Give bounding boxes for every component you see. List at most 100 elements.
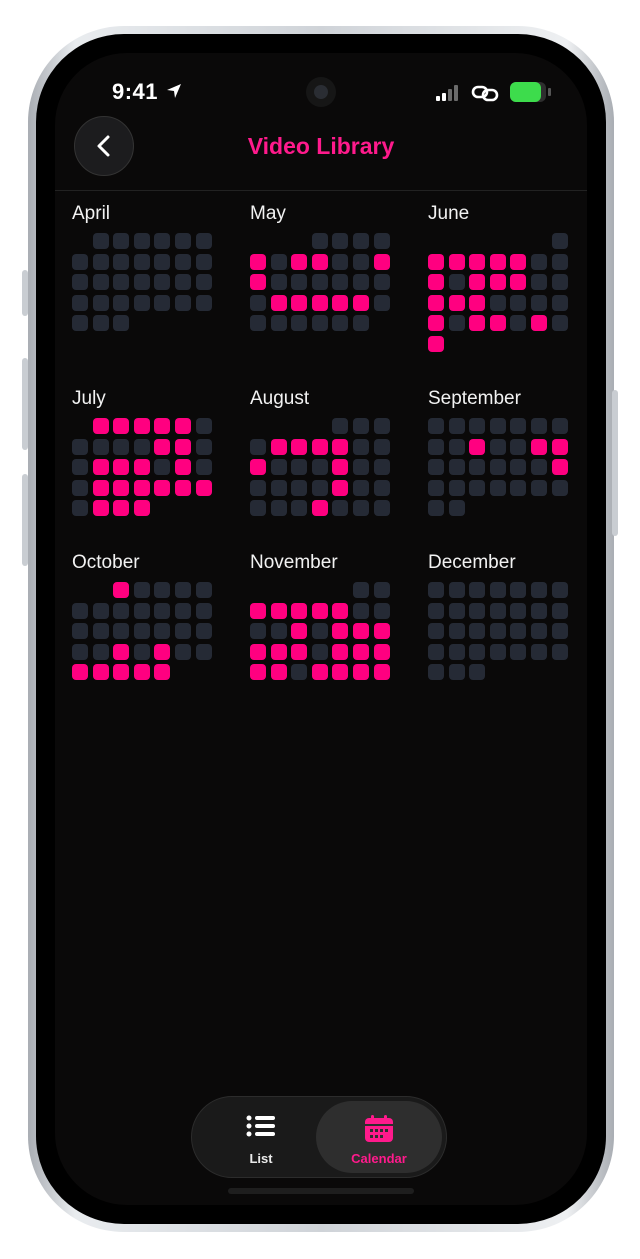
- day-cell[interactable]: [531, 582, 547, 598]
- day-cell[interactable]: [72, 295, 88, 311]
- day-cell[interactable]: [374, 274, 390, 290]
- day-cell[interactable]: [271, 480, 287, 496]
- day-cell[interactable]: [353, 315, 369, 331]
- day-cell[interactable]: [271, 644, 287, 660]
- day-cell[interactable]: [134, 623, 150, 639]
- day-cell[interactable]: [291, 295, 307, 311]
- day-cell[interactable]: [291, 480, 307, 496]
- day-cell[interactable]: [552, 439, 568, 455]
- day-cell[interactable]: [134, 418, 150, 434]
- day-cell[interactable]: [312, 233, 328, 249]
- day-cell[interactable]: [134, 664, 150, 680]
- day-cell[interactable]: [175, 459, 191, 475]
- day-cell[interactable]: [374, 644, 390, 660]
- day-cell[interactable]: [175, 623, 191, 639]
- day-cell[interactable]: [469, 459, 485, 475]
- day-cell[interactable]: [374, 582, 390, 598]
- day-cell[interactable]: [93, 274, 109, 290]
- day-cell[interactable]: [374, 500, 390, 516]
- day-cell[interactable]: [291, 315, 307, 331]
- day-cell[interactable]: [72, 315, 88, 331]
- day-cell[interactable]: [332, 664, 348, 680]
- day-cell[interactable]: [312, 439, 328, 455]
- day-cell[interactable]: [93, 500, 109, 516]
- day-cell[interactable]: [196, 418, 212, 434]
- day-cell[interactable]: [250, 274, 266, 290]
- day-cell[interactable]: [428, 295, 444, 311]
- day-cell[interactable]: [552, 603, 568, 619]
- day-cell[interactable]: [196, 644, 212, 660]
- day-cell[interactable]: [312, 603, 328, 619]
- day-cell[interactable]: [332, 644, 348, 660]
- day-cell[interactable]: [428, 664, 444, 680]
- day-cell[interactable]: [428, 315, 444, 331]
- day-cell[interactable]: [428, 336, 444, 352]
- day-cell[interactable]: [175, 295, 191, 311]
- day-cell[interactable]: [113, 254, 129, 270]
- day-cell[interactable]: [250, 459, 266, 475]
- day-cell[interactable]: [428, 623, 444, 639]
- day-cell[interactable]: [93, 418, 109, 434]
- day-cell[interactable]: [113, 459, 129, 475]
- day-cell[interactable]: [490, 295, 506, 311]
- day-cell[interactable]: [113, 644, 129, 660]
- day-cell[interactable]: [531, 418, 547, 434]
- day-cell[interactable]: [449, 623, 465, 639]
- day-cell[interactable]: [134, 274, 150, 290]
- day-cell[interactable]: [291, 603, 307, 619]
- day-cell[interactable]: [196, 254, 212, 270]
- day-cell[interactable]: [490, 582, 506, 598]
- day-cell[interactable]: [72, 274, 88, 290]
- day-cell[interactable]: [510, 315, 526, 331]
- day-cell[interactable]: [93, 295, 109, 311]
- day-cell[interactable]: [312, 644, 328, 660]
- day-cell[interactable]: [134, 500, 150, 516]
- day-cell[interactable]: [490, 274, 506, 290]
- day-cell[interactable]: [510, 480, 526, 496]
- day-cell[interactable]: [134, 233, 150, 249]
- day-cell[interactable]: [490, 644, 506, 660]
- day-cell[interactable]: [428, 582, 444, 598]
- day-cell[interactable]: [490, 418, 506, 434]
- day-cell[interactable]: [469, 623, 485, 639]
- day-cell[interactable]: [449, 582, 465, 598]
- day-cell[interactable]: [374, 233, 390, 249]
- day-cell[interactable]: [374, 295, 390, 311]
- day-cell[interactable]: [469, 582, 485, 598]
- day-cell[interactable]: [353, 480, 369, 496]
- day-cell[interactable]: [250, 603, 266, 619]
- day-cell[interactable]: [271, 623, 287, 639]
- day-cell[interactable]: [552, 418, 568, 434]
- day-cell[interactable]: [428, 480, 444, 496]
- day-cell[interactable]: [353, 582, 369, 598]
- day-cell[interactable]: [93, 315, 109, 331]
- day-cell[interactable]: [312, 664, 328, 680]
- day-cell[interactable]: [353, 439, 369, 455]
- day-cell[interactable]: [531, 644, 547, 660]
- day-cell[interactable]: [196, 603, 212, 619]
- day-cell[interactable]: [374, 418, 390, 434]
- day-cell[interactable]: [113, 439, 129, 455]
- day-cell[interactable]: [291, 623, 307, 639]
- day-cell[interactable]: [510, 459, 526, 475]
- day-cell[interactable]: [154, 582, 170, 598]
- day-cell[interactable]: [196, 274, 212, 290]
- day-cell[interactable]: [353, 459, 369, 475]
- day-cell[interactable]: [490, 603, 506, 619]
- day-cell[interactable]: [196, 623, 212, 639]
- day-cell[interactable]: [353, 623, 369, 639]
- day-cell[interactable]: [291, 439, 307, 455]
- day-cell[interactable]: [469, 274, 485, 290]
- day-cell[interactable]: [271, 439, 287, 455]
- day-cell[interactable]: [332, 439, 348, 455]
- day-cell[interactable]: [271, 274, 287, 290]
- day-cell[interactable]: [449, 603, 465, 619]
- day-cell[interactable]: [428, 254, 444, 270]
- day-cell[interactable]: [175, 418, 191, 434]
- day-cell[interactable]: [510, 603, 526, 619]
- day-cell[interactable]: [374, 603, 390, 619]
- day-cell[interactable]: [531, 439, 547, 455]
- day-cell[interactable]: [113, 295, 129, 311]
- day-cell[interactable]: [374, 480, 390, 496]
- day-cell[interactable]: [510, 623, 526, 639]
